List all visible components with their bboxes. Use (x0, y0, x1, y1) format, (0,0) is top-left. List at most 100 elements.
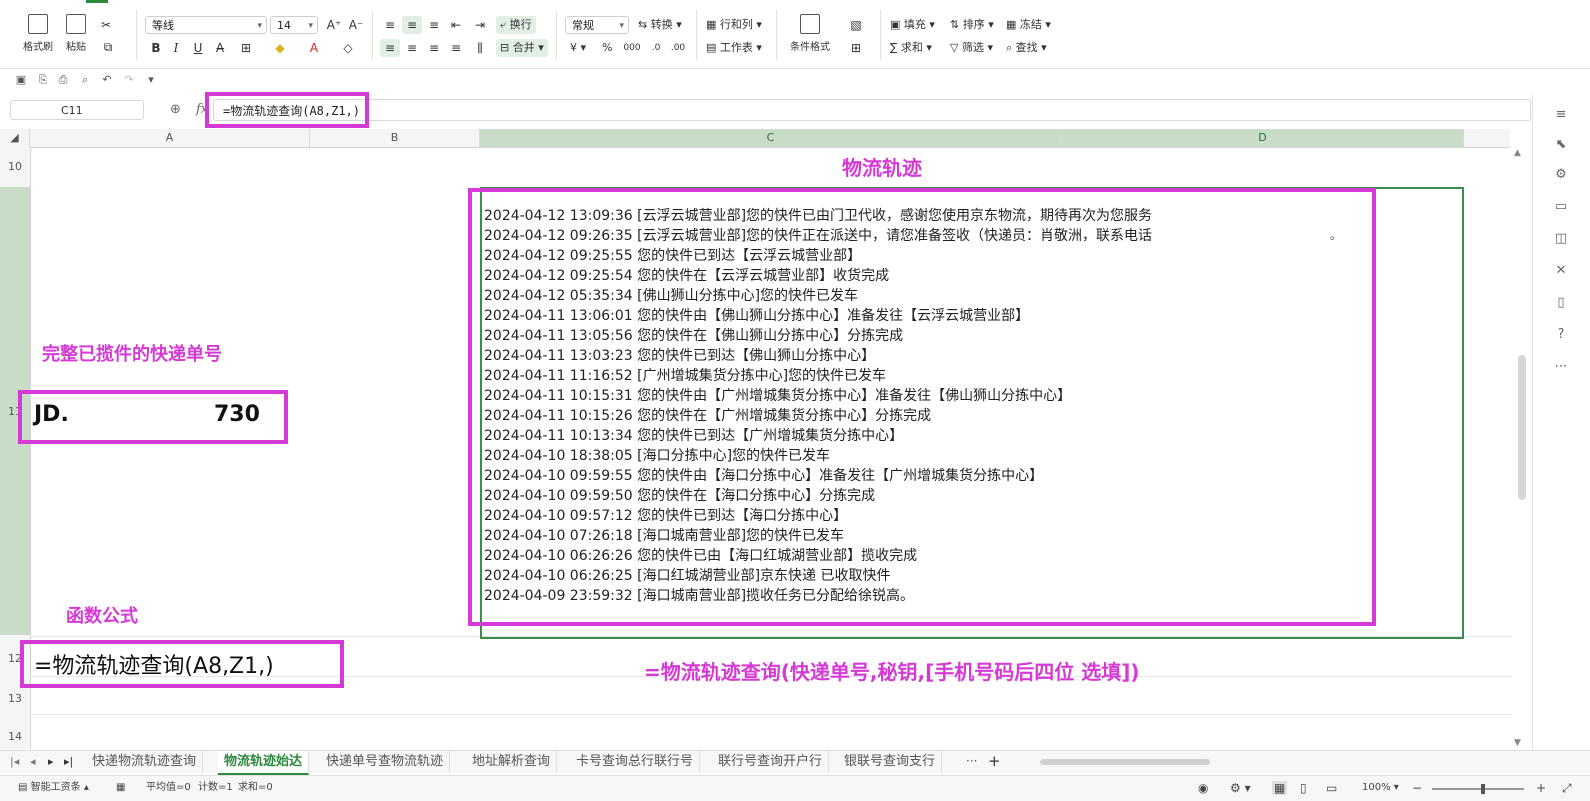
tab-sheet-6[interactable]: 联行号查询开户行 (712, 751, 830, 773)
row-header-13[interactable]: 13 (0, 692, 30, 705)
page-icon[interactable]: ▦ (116, 781, 125, 795)
clear-format-icon[interactable]: ◇ (338, 39, 358, 57)
align-right-icon[interactable]: ≡ (424, 39, 444, 57)
tab-sheet-3[interactable]: 快递单号查物流轨迹 (320, 751, 451, 773)
number-format-select[interactable]: 常规 ▾ (565, 16, 629, 34)
thousands-icon[interactable]: 000 (622, 39, 642, 57)
collapse-icon[interactable]: ≡ (1553, 107, 1569, 123)
filter-button[interactable]: ▽ 筛选 ▾ (950, 39, 993, 57)
align-center-icon[interactable]: ≡ (402, 39, 422, 57)
zoom-out-icon[interactable]: − (1412, 781, 1422, 795)
select-all-corner[interactable]: ◢ (0, 129, 30, 147)
next-sheet-icon[interactable]: ▸ (48, 755, 54, 768)
conditional-format-button[interactable]: 条件格式 (784, 14, 836, 53)
currency-button[interactable]: ¥ ▾ (570, 39, 586, 57)
find-button[interactable]: ⌕ 查找 ▾ (1006, 39, 1047, 57)
first-sheet-icon[interactable]: |◂ (10, 755, 19, 768)
chevron-down-icon[interactable]: ▾ (144, 73, 158, 87)
adjust-icon[interactable]: ⚙ (1553, 167, 1569, 183)
bold-button[interactable]: B (146, 39, 166, 57)
tab-sheet-2[interactable]: 物流轨迹始达 (218, 751, 310, 775)
decrease-font-icon[interactable]: A⁻ (346, 16, 366, 34)
select-cursor-icon[interactable]: ⬉ (1553, 137, 1569, 153)
decimal-increase-icon[interactable]: .0 (646, 39, 666, 57)
zoom-level[interactable]: 100% ▾ (1362, 781, 1399, 795)
book-icon[interactable]: ▯ (1553, 295, 1569, 311)
zoom-in-icon[interactable]: + (1536, 781, 1546, 795)
column-header-a[interactable]: A (30, 129, 310, 147)
more-tabs-button[interactable]: ··· (966, 754, 977, 768)
cut-icon[interactable]: ✂ (96, 16, 116, 34)
last-sheet-icon[interactable]: ▸| (64, 755, 73, 768)
sort-button[interactable]: ⇅ 排序 ▾ (950, 16, 994, 34)
column-header-c[interactable]: C (480, 129, 1062, 147)
undo-icon[interactable]: ↶ (100, 73, 114, 87)
vertical-scroll-thumb[interactable] (1518, 355, 1526, 500)
align-bottom-icon[interactable]: ≡ (424, 16, 444, 34)
fullscreen-icon[interactable]: ⤢ (1562, 781, 1572, 795)
increase-font-icon[interactable]: A⁺ (324, 16, 344, 34)
name-box[interactable]: C11 (10, 100, 144, 120)
scroll-down-icon[interactable]: ▼ (1514, 738, 1521, 748)
formula-input[interactable] (213, 99, 1531, 121)
tools-icon[interactable]: ✕ (1553, 263, 1569, 279)
zoom-slider-handle[interactable] (1481, 784, 1485, 794)
indent-increase-icon[interactable]: ⇥ (470, 16, 490, 34)
indent-decrease-icon[interactable]: ⇤ (446, 16, 466, 34)
justify-icon[interactable]: ≡ (446, 39, 466, 57)
font-size-select[interactable]: 14 ▾ (270, 16, 318, 34)
paste-button[interactable]: 粘贴 (56, 14, 96, 53)
page-break-icon[interactable]: ▭ (1326, 781, 1337, 795)
freeze-button[interactable]: ▦ 冻结 ▾ (1006, 16, 1051, 34)
comment-icon[interactable]: ▭ (1553, 199, 1569, 215)
tab-sheet-4[interactable]: 地址解析查询 (466, 751, 558, 773)
worksheet-button[interactable]: ▤ 工作表 ▾ (706, 39, 762, 57)
chart-icon[interactable]: ◫ (1553, 231, 1569, 247)
fill-color-icon[interactable]: ◆ (270, 39, 290, 57)
smart-payroll-button[interactable]: ▤ 智能工资条 ▴ (18, 781, 89, 795)
row-header-14[interactable]: 14 (0, 730, 30, 743)
wrap-text-button[interactable]: ⤶ 换行 (496, 16, 536, 34)
fill-button[interactable]: ▣ 填充 ▾ (890, 16, 935, 34)
copy-icon[interactable]: ⧉ (98, 38, 118, 56)
sum-button[interactable]: ∑ 求和 ▾ (890, 39, 932, 57)
normal-view-icon[interactable]: ▦ (1272, 781, 1288, 795)
page-layout-icon[interactable]: ▯ (1300, 781, 1307, 795)
export-icon[interactable]: ⎘ (36, 73, 50, 87)
horizontal-scroll-thumb[interactable] (1040, 759, 1210, 765)
zoom-slider[interactable] (1432, 788, 1524, 790)
border-icon[interactable]: ⊞ (236, 39, 256, 57)
print-preview-icon[interactable]: ⌕ (78, 73, 92, 87)
rows-cols-button[interactable]: ▦ 行和列 ▾ (706, 16, 762, 34)
save-icon[interactable]: ▣ (14, 73, 28, 87)
column-header-b[interactable]: B (310, 129, 480, 147)
font-name-select[interactable]: 等线 ▾ (145, 16, 267, 34)
italic-button[interactable]: I (166, 39, 186, 57)
row-header-10[interactable]: 10 (0, 160, 30, 173)
tab-sheet-7[interactable]: 银联号查询支行 (838, 751, 943, 773)
tab-sheet-1[interactable]: 快递物流轨迹查询 (86, 751, 204, 773)
table-style-icon[interactable]: ⊞ (846, 39, 866, 57)
merge-button[interactable]: ⊟ 合并 ▾ (496, 39, 548, 57)
scroll-up-icon[interactable]: ▲ (1514, 148, 1521, 158)
font-color-icon[interactable]: A (304, 39, 324, 57)
view-mode-icon[interactable]: ⚙ ▾ (1230, 781, 1251, 795)
column-header-d[interactable]: D (1062, 129, 1464, 147)
convert-button[interactable]: ⇆ 转换 ▾ (638, 16, 682, 34)
percent-button[interactable]: % (602, 39, 612, 57)
strikethrough-icon[interactable]: A̶ (210, 39, 230, 57)
zoom-formula-icon[interactable]: ⊕ (170, 102, 181, 117)
eye-protection-icon[interactable]: ◉ (1198, 781, 1208, 795)
align-middle-icon[interactable]: ≡ (402, 16, 422, 34)
format-painter-button[interactable]: 格式刷 (18, 14, 58, 53)
decimal-decrease-icon[interactable]: .00 (668, 39, 688, 57)
print-icon[interactable]: ⎙ (56, 73, 70, 87)
underline-button[interactable]: U (188, 39, 208, 57)
more-icon[interactable]: ⋯ (1553, 359, 1569, 375)
prev-sheet-icon[interactable]: ◂ (30, 755, 36, 768)
align-top-icon[interactable]: ≡ (380, 16, 400, 34)
help-icon[interactable]: ? (1553, 327, 1569, 343)
redo-icon[interactable]: ↷ (122, 73, 136, 87)
align-left-icon[interactable]: ≡ (380, 39, 400, 57)
add-sheet-button[interactable]: + (988, 752, 1001, 770)
